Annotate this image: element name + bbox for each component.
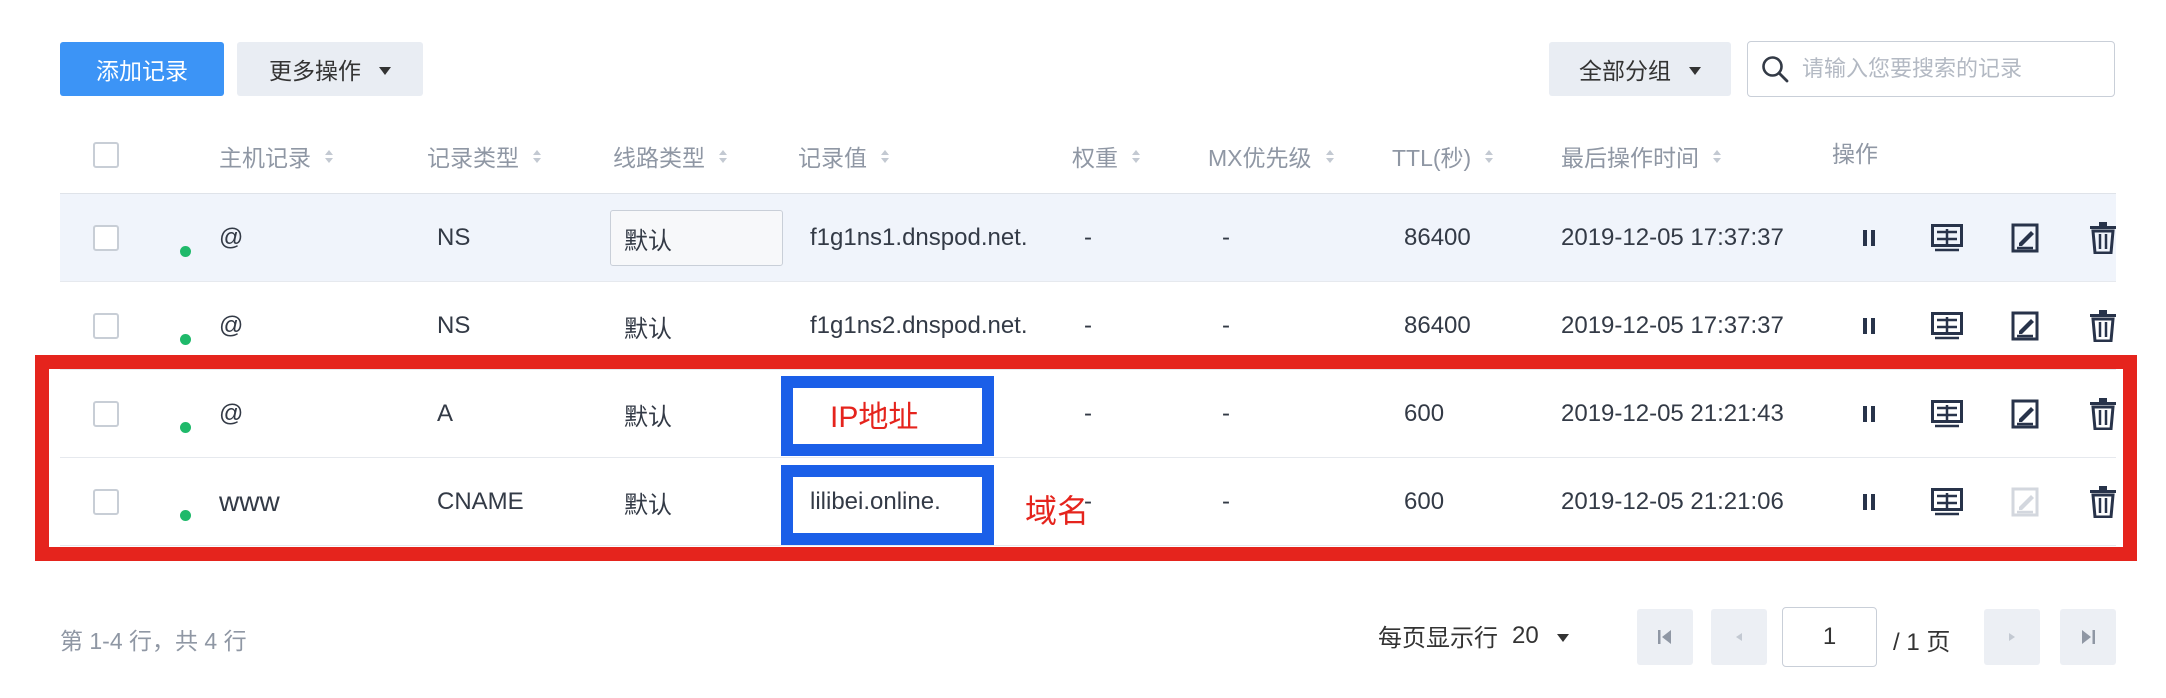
select-all-checkbox[interactable] [93, 142, 119, 168]
sort-icon [325, 149, 333, 163]
page-total: / 1 页 [1893, 629, 1951, 656]
pause-icon[interactable] [1852, 220, 1886, 256]
cell-time: 2019-12-05 17:37:37 [1561, 224, 1784, 251]
cell-type: NS [437, 224, 471, 251]
group-filter-label: 全部分组 [1579, 58, 1671, 84]
caret-down-icon [1689, 67, 1701, 75]
cell-mx: - [1222, 224, 1230, 251]
column-header-value-label: 记录值 [798, 145, 867, 171]
add-record-button[interactable]: 添加记录 [60, 42, 224, 96]
search-icon [1748, 42, 1802, 96]
sort-icon [881, 149, 889, 163]
first-page-button[interactable] [1637, 609, 1693, 665]
column-header-time-label: 最后操作时间 [1561, 145, 1699, 171]
column-header-type[interactable]: 记录类型 [427, 118, 541, 194]
annotation-blue-box-ip [781, 376, 994, 456]
column-header-weight-label: 权重 [1072, 145, 1118, 171]
edit-icon[interactable] [2008, 308, 2042, 344]
sort-icon [1325, 149, 1334, 163]
prev-page-icon [1736, 633, 1742, 641]
annotation-domain-label: 域名 [1025, 493, 1090, 529]
table-header: 主机记录 记录类型 线路类型 记录值 权重 MX优先级 TTL(秒) 最后操作时… [60, 118, 2116, 194]
page-number-input[interactable] [1782, 607, 1877, 667]
next-page-icon [2009, 633, 2015, 641]
row-checkbox[interactable] [93, 225, 119, 251]
status-dot [180, 334, 191, 345]
column-header-route-label: 线路类型 [613, 145, 705, 171]
column-header-type-label: 记录类型 [427, 145, 519, 171]
next-page-button[interactable] [1984, 609, 2040, 665]
cell-ttl: 86400 [1404, 224, 1471, 251]
last-page-button[interactable] [2060, 609, 2116, 665]
column-header-host-label: 主机记录 [219, 145, 311, 171]
delete-icon[interactable] [2086, 220, 2120, 256]
record-count-summary: 第 1-4 行，共 4 行 [60, 628, 247, 654]
column-header-ops: 操作 [1832, 141, 1878, 167]
per-page-selector[interactable]: 每页显示行 20 [1378, 618, 1569, 653]
sort-icon [533, 149, 541, 163]
column-header-ttl[interactable]: TTL(秒) [1392, 118, 1494, 194]
last-page-icon [2082, 630, 2095, 644]
column-header-time[interactable]: 最后操作时间 [1561, 118, 1721, 194]
column-header-weight[interactable]: 权重 [1072, 118, 1140, 194]
pause-icon[interactable] [1852, 308, 1886, 344]
edit-icon[interactable] [2008, 220, 2042, 256]
prev-page-button[interactable] [1711, 609, 1767, 665]
column-header-value[interactable]: 记录值 [798, 118, 889, 194]
remark-icon[interactable] [1930, 220, 1964, 256]
more-actions-label: 更多操作 [269, 58, 361, 84]
search-input[interactable] [1802, 56, 2092, 82]
column-header-mx[interactable]: MX优先级 [1208, 118, 1334, 194]
annotation-blue-box-domain [781, 465, 994, 545]
caret-down-icon [379, 67, 391, 75]
sort-icon [1132, 149, 1140, 163]
sort-icon [1713, 149, 1721, 163]
cell-host: @ [219, 224, 244, 251]
route-select[interactable]: 默认 [610, 210, 783, 266]
first-page-icon [1658, 630, 1671, 644]
column-header-route[interactable]: 线路类型 [613, 118, 727, 194]
delete-icon[interactable] [2086, 308, 2120, 344]
column-header-ttl-label: TTL(秒) [1392, 145, 1472, 171]
cell-weight: - [1084, 224, 1092, 251]
row-checkbox[interactable] [93, 313, 119, 339]
per-page-label: 每页显示行 [1378, 625, 1498, 652]
sort-icon [1485, 149, 1494, 163]
search-box[interactable] [1747, 41, 2115, 97]
caret-down-icon [1556, 633, 1569, 642]
cell-value: f1g1ns1.dnspod.net. [810, 224, 1028, 251]
more-actions-button[interactable]: 更多操作 [237, 42, 423, 96]
remark-icon[interactable] [1930, 308, 1964, 344]
group-filter-dropdown[interactable]: 全部分组 [1549, 42, 1731, 96]
per-page-value: 20 [1512, 621, 1539, 649]
sort-icon [719, 149, 727, 163]
column-header-host[interactable]: 主机记录 [219, 118, 333, 194]
table-row[interactable]: @ NS 默认 f1g1ns1.dnspod.net. - - 86400 20… [60, 194, 2116, 282]
column-header-mx-label: MX优先级 [1208, 145, 1312, 171]
status-dot [180, 246, 191, 257]
